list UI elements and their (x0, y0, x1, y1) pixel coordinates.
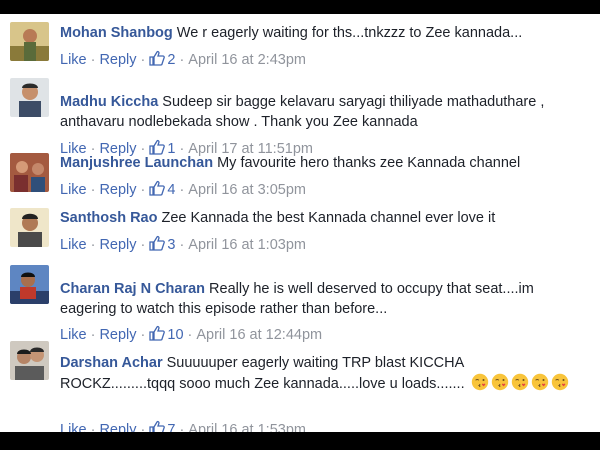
like-button[interactable]: Like (60, 182, 87, 198)
like-button[interactable]: Like (60, 422, 87, 432)
thumbs-up-icon (149, 325, 166, 341)
reply-button[interactable]: Reply (99, 237, 136, 253)
emoji-group (465, 373, 569, 392)
thumbs-up-icon (149, 420, 166, 432)
comment-actions: Like · Reply · 10 · April 16 at 12:44pm (60, 325, 323, 343)
avatar[interactable] (10, 22, 49, 61)
comment-author[interactable]: Mohan Shanbog (60, 25, 173, 41)
avatar[interactable] (10, 78, 49, 117)
comment-author[interactable]: Santhosh Rao (60, 210, 157, 226)
comment-text: We r eagerly waiting for ths...tnkzzz to… (176, 25, 523, 41)
avatar[interactable] (10, 153, 49, 192)
comments-panel: Mohan Shanbog We r eagerly waiting for th… (0, 14, 600, 432)
comment-author[interactable]: Manjushree Launchan (60, 155, 213, 171)
comment-date[interactable]: April 16 at 2:43pm (188, 52, 306, 68)
comment-author[interactable]: Charan Raj N Charan (60, 281, 205, 297)
avatar[interactable] (10, 208, 49, 247)
kissing-face-emoji-icon (491, 373, 508, 391)
kissing-face-emoji-icon (471, 373, 488, 391)
reply-button[interactable]: Reply (99, 52, 136, 68)
like-button[interactable]: Like (60, 327, 87, 343)
like-count[interactable]: 7 (149, 420, 175, 432)
comment-date[interactable]: April 16 at 1:03pm (188, 237, 306, 253)
kissing-face-emoji-icon (511, 373, 528, 391)
comment-actions: Like · Reply · 4 · April 16 at 3:05pm (60, 180, 306, 198)
like-button[interactable]: Like (60, 52, 87, 68)
reply-button[interactable]: Reply (99, 422, 136, 432)
thumbs-up-icon (149, 235, 166, 251)
comment-text: Zee Kannada the best Kannada channel eve… (161, 210, 496, 226)
comment-text: My favourite hero thanks zee Kannada cha… (217, 155, 521, 171)
avatar[interactable] (10, 265, 49, 304)
comment-date[interactable]: April 16 at 1:53pm (188, 422, 306, 432)
comment-date[interactable]: April 16 at 12:44pm (196, 327, 322, 343)
reply-button[interactable]: Reply (99, 182, 136, 198)
kissing-face-emoji-icon (531, 373, 548, 391)
avatar[interactable] (10, 341, 49, 380)
comment-actions: Like · Reply · 2 · April 16 at 2:43pm (60, 50, 306, 68)
like-count[interactable]: 2 (149, 50, 175, 68)
comment-author[interactable]: Darshan Achar (60, 355, 163, 371)
reply-button[interactable]: Reply (99, 327, 136, 343)
kissing-face-emoji-icon (551, 373, 568, 391)
like-button[interactable]: Like (60, 237, 87, 253)
thumbs-up-icon (149, 50, 166, 66)
comment-date[interactable]: April 16 at 3:05pm (188, 182, 306, 198)
comment-author[interactable]: Madhu Kiccha (60, 94, 158, 110)
comment-actions: Like · Reply · 3 · April 16 at 1:03pm (60, 235, 306, 253)
like-count[interactable]: 10 (149, 325, 184, 343)
like-count[interactable]: 4 (149, 180, 175, 198)
thumbs-up-icon (149, 180, 166, 196)
comment-actions: Like · Reply · 7 · April 16 at 1:53pm (60, 420, 306, 432)
like-count[interactable]: 3 (149, 235, 175, 253)
